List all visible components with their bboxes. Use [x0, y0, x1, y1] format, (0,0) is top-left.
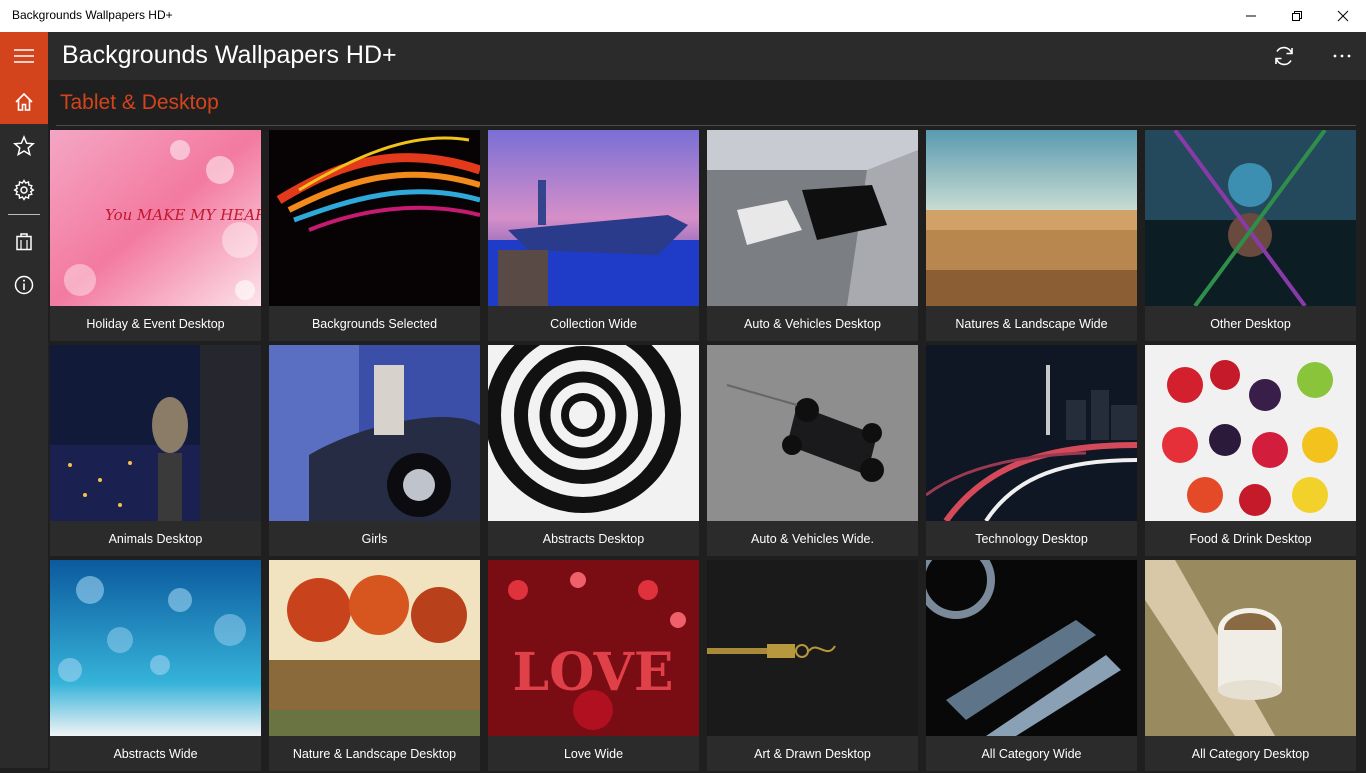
tile-image: LOVE	[488, 560, 699, 736]
nav-home[interactable]	[0, 80, 48, 124]
tile-label: Natures & Landscape Wide	[955, 317, 1108, 331]
tile-image	[707, 130, 918, 306]
nav-settings[interactable]	[0, 168, 48, 212]
main-content: Tablet & Desktop You MAKE MY HEART Smile…	[48, 80, 1366, 771]
menu-button[interactable]	[0, 32, 48, 80]
more-icon	[1333, 54, 1351, 58]
holiday-art-text: You MAKE MY HEART Smile	[105, 206, 261, 224]
tile-image	[707, 560, 918, 736]
window-title: Backgrounds Wallpapers HD+	[12, 8, 173, 22]
section-divider	[56, 125, 1356, 126]
tile-label: Nature & Landscape Desktop	[292, 747, 457, 761]
tile-nature-landscape-desktop[interactable]: Nature & Landscape Desktop	[269, 560, 480, 771]
tile-label: Holiday & Event Desktop	[86, 317, 225, 331]
refresh-button[interactable]	[1260, 32, 1308, 80]
tile-technology-desktop[interactable]: Technology Desktop	[926, 345, 1137, 556]
tile-label: All Category Desktop	[1191, 747, 1310, 761]
tile-label: Technology Desktop	[975, 532, 1088, 546]
tile-image	[707, 345, 918, 521]
tile-image	[488, 130, 699, 306]
menu-icon	[14, 49, 34, 63]
tile-label: Auto & Vehicles Wide.	[751, 532, 874, 546]
tile-label: All Category Wide	[981, 747, 1082, 761]
section-title: Tablet & Desktop	[60, 91, 219, 114]
tile-image	[50, 345, 261, 521]
tile-image	[269, 345, 480, 521]
tile-image	[1145, 560, 1356, 736]
tile-label: Girls	[361, 532, 388, 546]
more-button[interactable]	[1318, 32, 1366, 80]
tile-label: Auto & Vehicles Desktop	[744, 317, 881, 331]
tile-image	[269, 560, 480, 736]
left-nav	[0, 32, 48, 768]
tile-image	[926, 130, 1137, 306]
tile-label: Love Wide	[563, 747, 624, 761]
nav-store[interactable]	[0, 219, 48, 263]
tile-image	[926, 560, 1137, 736]
tile-girls[interactable]: Girls	[269, 345, 480, 556]
close-button[interactable]	[1320, 0, 1366, 32]
minimize-button[interactable]	[1228, 0, 1274, 32]
star-icon	[13, 135, 35, 157]
tile-natures-landscape-wide[interactable]: Natures & Landscape Wide	[926, 130, 1137, 341]
tile-label: Food & Drink Desktop	[1189, 532, 1312, 546]
tile-label: Backgrounds Selected	[311, 317, 438, 331]
home-icon	[15, 92, 33, 111]
tile-image	[269, 130, 480, 306]
close-icon	[1337, 10, 1349, 22]
tile-label: Other Desktop	[1210, 317, 1291, 331]
tile-image: You MAKE MY HEART Smile	[50, 130, 261, 306]
tile-all-category-wide[interactable]: All Category Wide	[926, 560, 1137, 771]
tile-other-desktop[interactable]: Other Desktop	[1145, 130, 1356, 341]
tile-label: Abstracts Desktop	[542, 532, 645, 546]
tile-art-drawn-desktop[interactable]: Art & Drawn Desktop	[707, 560, 918, 771]
tile-abstracts-wide[interactable]: Abstracts Wide	[50, 560, 261, 771]
gear-icon	[13, 179, 35, 201]
minimize-icon	[1246, 15, 1256, 17]
tile-image	[926, 345, 1137, 521]
tile-image	[50, 560, 261, 736]
nav-about[interactable]	[0, 263, 48, 307]
tile-holiday-event-desktop[interactable]: You MAKE MY HEART Smile Holiday & Event …	[50, 130, 261, 341]
tile-label: Abstracts Wide	[113, 747, 198, 761]
tile-image	[1145, 130, 1356, 306]
app-header: Backgrounds Wallpapers HD+	[48, 32, 1366, 80]
tile-animals-desktop[interactable]: Animals Desktop	[50, 345, 261, 556]
tile-auto-vehicles-desktop[interactable]: Auto & Vehicles Desktop	[707, 130, 918, 341]
store-icon	[16, 233, 32, 251]
tile-all-category-desktop[interactable]: All Category Desktop	[1145, 560, 1356, 771]
tile-backgrounds-selected[interactable]: Backgrounds Selected	[269, 130, 480, 341]
tile-collection-wide[interactable]: Collection Wide	[488, 130, 699, 341]
app-title: Backgrounds Wallpapers HD+	[62, 41, 397, 69]
tile-image	[488, 345, 699, 521]
restore-button[interactable]	[1274, 0, 1320, 32]
restore-icon	[1292, 11, 1302, 21]
nav-favorites[interactable]	[0, 124, 48, 168]
tile-food-drink-desktop[interactable]: Food & Drink Desktop	[1145, 345, 1356, 556]
tile-abstracts-desktop[interactable]: Abstracts Desktop	[488, 345, 699, 556]
info-icon	[14, 275, 34, 295]
tile-label: Animals Desktop	[108, 532, 203, 546]
refresh-icon	[1275, 46, 1293, 66]
tile-auto-vehicles-wide[interactable]: Auto & Vehicles Wide.	[707, 345, 918, 556]
tile-love-wide[interactable]: LOVE Love Wide	[488, 560, 699, 771]
tile-label: Collection Wide	[550, 317, 637, 331]
nav-separator	[8, 214, 40, 215]
tile-image	[1145, 345, 1356, 521]
window-titlebar: Backgrounds Wallpapers HD+	[0, 0, 1366, 32]
tile-label: Art & Drawn Desktop	[754, 747, 871, 761]
